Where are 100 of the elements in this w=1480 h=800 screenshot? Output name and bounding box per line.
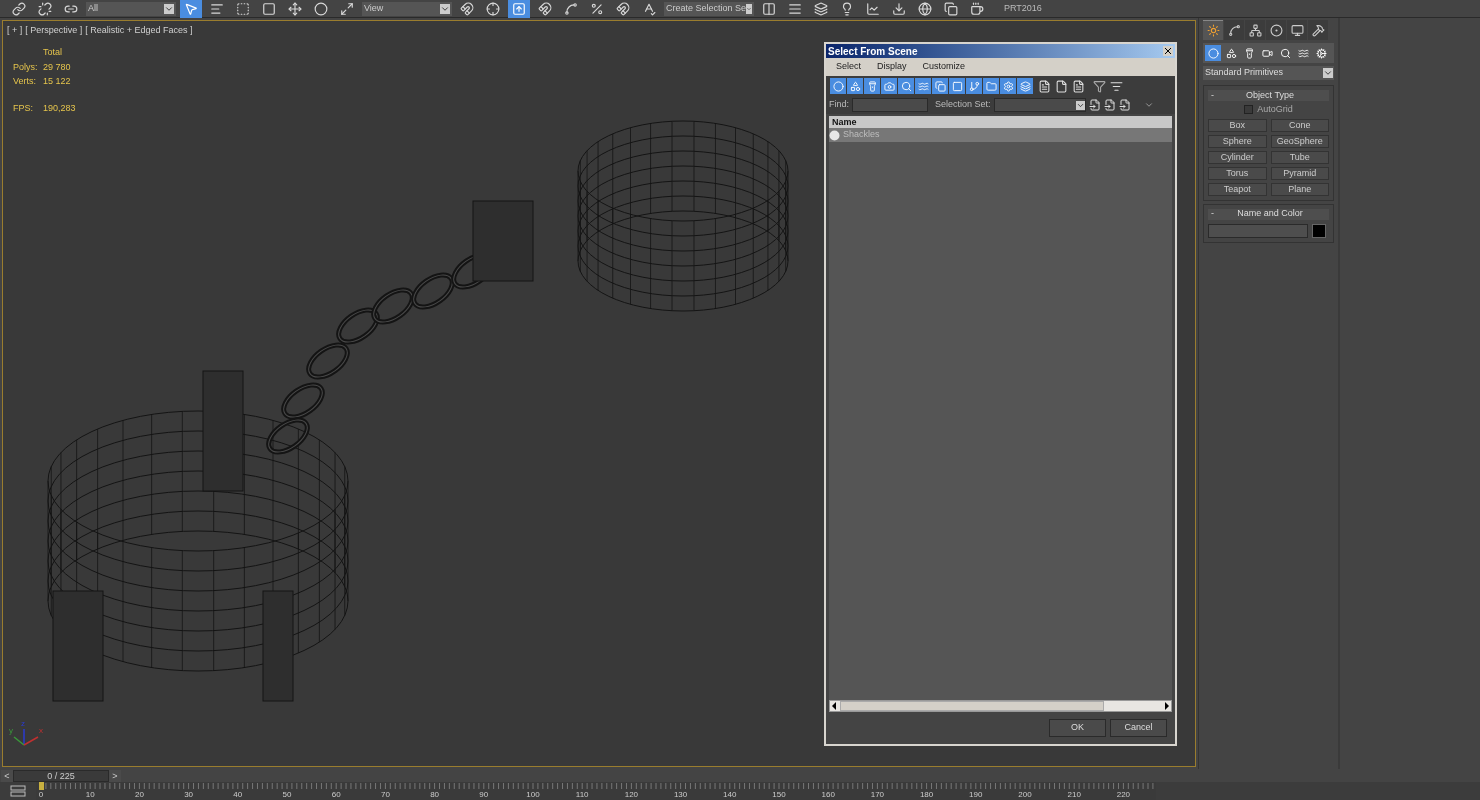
next-frame-button[interactable]: > [109,769,121,782]
copy-icon [944,1,958,16]
command-panel-tab[interactable] [1224,20,1244,40]
layers-icon [1019,80,1031,92]
pointer-tool-button[interactable] [180,0,202,18]
primitive-button[interactable]: Torus [1208,166,1267,180]
toolbar-dropdown[interactable]: All [86,1,176,16]
caret-icon[interactable] [1143,100,1154,110]
filter-icon[interactable] [1093,79,1106,93]
scroll-right-icon[interactable] [1165,702,1169,710]
ruler-label: 130 [673,790,688,799]
type-filter-button[interactable] [949,78,965,94]
command-panel-tab[interactable] [1308,20,1328,40]
rollout-header[interactable]: - Object Type [1208,90,1329,101]
object-color-swatch[interactable] [1312,223,1326,238]
viewport-label[interactable]: [ Realistic + Edged Faces ] [85,24,193,38]
ruler-label: 150 [772,790,786,799]
viewport-label[interactable]: [ + ] [7,24,23,38]
command-panel-tab[interactable] [1287,20,1307,40]
gear-icon [1002,80,1014,92]
scroll-left-icon[interactable] [832,702,836,710]
scrollbar-thumb[interactable] [840,701,1104,711]
ruler-label: 60 [331,790,341,799]
type-filter-button[interactable] [898,78,914,94]
crosshair-icon [486,1,500,16]
type-filter-button[interactable] [932,78,948,94]
ruler-label: 30 [184,790,194,799]
ruler-label: 120 [624,790,639,799]
waves-icon [917,80,929,92]
primitive-button[interactable]: Pyramid [1270,166,1329,180]
document-arrow-icon[interactable] [1118,99,1131,111]
lightbulb-icon [840,1,854,16]
ruler-label: 20 [134,790,144,799]
selection-set-dropdown[interactable] [993,98,1086,112]
primitive-button[interactable]: Sphere [1208,134,1267,148]
primitive-button[interactable]: Cone [1270,118,1329,132]
ruler-label: 200 [1018,790,1032,799]
sphere-icon [829,129,840,141]
primitive-button[interactable]: Plane [1270,182,1329,196]
menu-item[interactable]: Display [877,60,907,74]
percent-icon [590,1,604,16]
find-field[interactable] [852,98,928,112]
dropdown-arrow-icon [440,3,450,14]
primitive-button[interactable]: Cylinder [1208,150,1267,164]
category-button[interactable] [1313,45,1329,61]
file-icon[interactable] [1055,79,1068,93]
rollout-title: Name and Color [1236,207,1304,221]
type-filter-button[interactable] [966,78,982,94]
toolbar-dropdown[interactable]: View [362,1,452,16]
document-icon[interactable] [1072,79,1085,93]
document-arrow-icon[interactable] [1088,99,1101,111]
close-button[interactable] [1163,46,1173,56]
autogrid-checkbox[interactable] [1244,105,1254,115]
dialog-button[interactable]: Cancel [1110,719,1167,737]
horizontal-scrollbar[interactable] [829,700,1172,712]
cog-icon [1315,47,1327,59]
ruler-label: 220 [1116,790,1131,799]
command-panel-tab[interactable] [1245,20,1265,40]
document-icon[interactable] [1038,79,1051,93]
primitive-button[interactable]: Teapot [1208,182,1267,196]
document-arrow-icon[interactable] [1103,99,1116,111]
frame-counter: 0 / 225 [13,769,109,782]
primitive-button[interactable]: Tube [1270,150,1329,164]
ruler-label: 170 [870,790,885,799]
stat-value: 190,283 [43,101,76,115]
spellcheck-icon [642,1,656,16]
axis-label: y [9,725,13,737]
type-filter-button[interactable] [847,78,863,94]
download-icon [892,1,906,16]
ruler-label: 10 [85,790,95,799]
viewport-label[interactable]: [ Perspective ] [25,24,83,38]
square-icon [951,80,963,92]
previous-frame-button[interactable]: < [1,769,13,782]
square-icon [262,1,276,16]
name-column-header[interactable]: Name [829,116,1172,128]
hammer-icon [1311,23,1325,37]
primitives-dropdown[interactable]: Standard Primitives [1203,66,1334,80]
primitive-button[interactable]: GeoSphere [1270,134,1329,148]
command-panel-tab[interactable] [1266,20,1286,40]
globe-icon [918,1,932,16]
toolbar-dropdown[interactable]: Create Selection Se [664,1,754,16]
list-icon [210,1,224,16]
rollout-header[interactable]: - Name and Color [1208,208,1329,220]
ruler-label: 70 [380,790,390,799]
ruler-label: 180 [919,790,934,799]
rollout-title: Object Type [1245,88,1295,102]
filter-list-icon[interactable] [1110,79,1123,93]
menu-item[interactable]: Select [836,60,861,74]
menu-item[interactable]: Customize [922,60,966,74]
columns-icon [762,1,776,16]
dropdown-arrow-icon [1323,68,1333,78]
curve-icon [564,1,578,16]
dialog-button[interactable]: OK [1049,719,1106,737]
dialog-title: Select From Scene [828,44,918,59]
object-name-field[interactable] [1208,223,1308,238]
type-filter-button[interactable] [1000,78,1016,94]
type-filter-button[interactable] [1017,78,1033,94]
command-panel-tab[interactable] [1203,20,1223,40]
primitive-button[interactable]: Box [1208,118,1267,132]
sphere-icon [1207,47,1219,59]
